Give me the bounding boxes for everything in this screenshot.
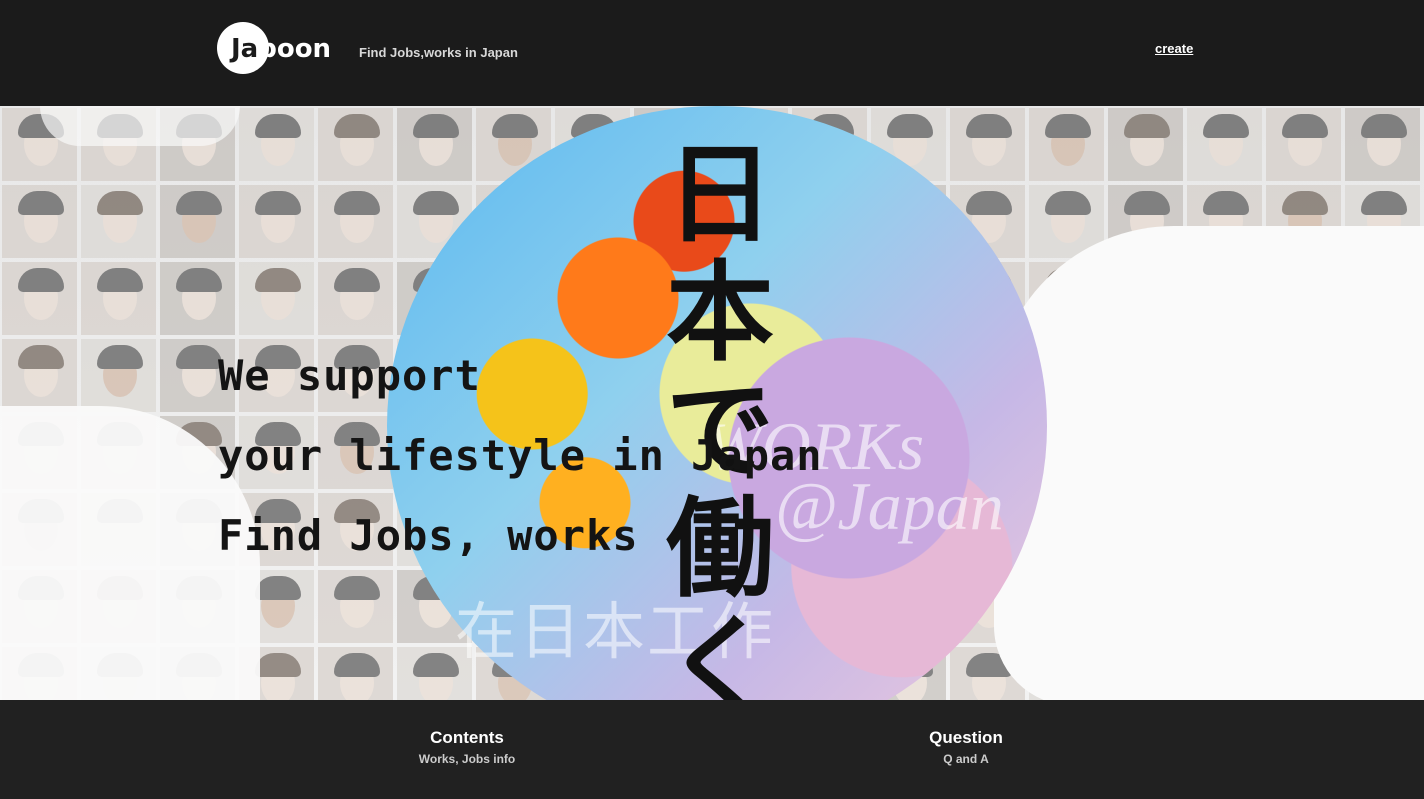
face-photo: [318, 185, 393, 258]
face-photo: [397, 108, 472, 181]
face-photo: [160, 262, 235, 335]
nav-contents-subtitle: Works, Jobs info: [418, 752, 516, 766]
nav-question-title[interactable]: Question: [866, 728, 1066, 748]
face-photo: [318, 108, 393, 181]
face-photo: [160, 185, 235, 258]
nav-question-subtitle: Q and A: [943, 752, 989, 766]
nav-question[interactable]: Question Q and A: [866, 728, 1066, 766]
nav-contents-title[interactable]: Contents: [367, 728, 567, 748]
jaboon-logo[interactable]: Jaboon: [217, 22, 341, 84]
site-header: Jaboon Find Jobs,works in Japan create: [0, 0, 1424, 106]
hero-line-1: We support: [218, 351, 481, 400]
face-photo: [1266, 108, 1341, 181]
logo-text: Jaboon: [231, 34, 332, 64]
face-photo: [239, 108, 314, 181]
face-photo: [950, 108, 1025, 181]
world-map-shape: [40, 106, 240, 146]
face-photo: [318, 262, 393, 335]
face-photo: [81, 339, 156, 412]
hero-banner: WORKs @Japan 在日本工作 日本で働く We support your…: [0, 106, 1424, 700]
create-link[interactable]: create: [1155, 41, 1193, 56]
nav-contents[interactable]: Contents Works, Jobs info: [367, 728, 567, 766]
hero-headline: We support your lifestyle in Japan Find …: [218, 336, 823, 576]
face-photo: [1108, 108, 1183, 181]
hero-line-3: Find Jobs, works: [218, 511, 639, 560]
face-photo: [318, 647, 393, 700]
face-photo: [81, 262, 156, 335]
face-photo: [1345, 108, 1420, 181]
face-photo: [1187, 108, 1262, 181]
face-photo: [239, 185, 314, 258]
face-photo: [81, 185, 156, 258]
face-photo: [239, 262, 314, 335]
face-photo: [2, 185, 77, 258]
world-map-shape: [994, 226, 1424, 700]
face-photo: [1029, 108, 1104, 181]
site-tagline: Find Jobs,works in Japan: [359, 45, 518, 60]
hero-line-2: your lifestyle in Japan: [218, 431, 823, 480]
face-photo: [2, 339, 77, 412]
face-photo: [318, 570, 393, 643]
bottom-nav: Contents Works, Jobs info Question Q and…: [0, 700, 1424, 799]
face-photo: [2, 262, 77, 335]
